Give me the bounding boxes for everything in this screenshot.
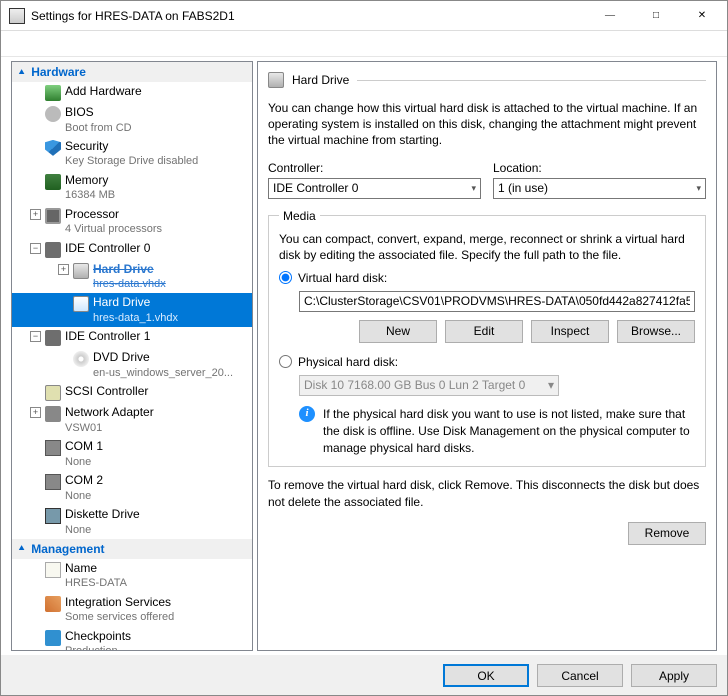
tree-com2[interactable]: COM 2None [12, 471, 252, 505]
settings-panel: Hard Drive You can change how this virtu… [257, 61, 717, 651]
tree-bios[interactable]: BIOSBoot from CD [12, 103, 252, 137]
minimize-button[interactable]: — [587, 2, 633, 30]
maximize-button[interactable]: □ [633, 2, 679, 30]
diskette-icon [45, 508, 61, 524]
controller-label: Controller: [268, 161, 481, 175]
edit-button[interactable]: Edit [445, 320, 523, 343]
controller-icon [45, 242, 61, 258]
toolbar [1, 31, 727, 57]
collapse-icon: ⯅ [18, 67, 25, 78]
com-port-icon [45, 440, 61, 456]
tree-processor[interactable]: + Processor4 Virtual processors [12, 205, 252, 239]
tree-dvd-drive[interactable]: DVD Driveen-us_windows_server_20... [12, 348, 252, 382]
new-button[interactable]: New [359, 320, 437, 343]
hard-drive-icon [73, 263, 89, 279]
collapse-icon: ⯅ [18, 543, 25, 554]
inspect-button[interactable]: Inspect [531, 320, 609, 343]
controller-dropdown[interactable]: IDE Controller 0 ▾ [268, 178, 481, 199]
management-section-header[interactable]: ⯅ Management [12, 539, 252, 559]
vhd-radio-label[interactable]: Virtual hard disk: [298, 271, 387, 285]
expand-icon[interactable]: + [30, 407, 41, 418]
dialog-footer: OK Cancel Apply [1, 655, 727, 695]
panel-header: Hard Drive [268, 72, 706, 88]
panel-title: Hard Drive [292, 73, 349, 87]
hard-drive-icon [73, 296, 89, 312]
hardware-icon [45, 85, 61, 101]
tree-memory[interactable]: Memory16384 MB [12, 171, 252, 205]
info-icon: i [299, 406, 315, 422]
hardware-section-header[interactable]: ⯅ Hardware [12, 62, 252, 82]
phd-info-text: If the physical hard disk you want to us… [323, 406, 695, 456]
body-split: ⯅ Hardware Add Hardware BIOSBoot from CD… [1, 57, 727, 655]
tree-diskette-drive[interactable]: Diskette DriveNone [12, 505, 252, 539]
ok-button[interactable]: OK [443, 664, 529, 687]
media-text: You can compact, convert, expand, merge,… [279, 231, 695, 263]
name-tag-icon [45, 562, 61, 578]
apply-button[interactable]: Apply [631, 664, 717, 687]
chevron-down-icon: ▾ [471, 183, 476, 194]
remove-button[interactable]: Remove [628, 522, 706, 545]
tree-security[interactable]: SecurityKey Storage Drive disabled [12, 137, 252, 171]
toolbar-btn-2[interactable] [35, 33, 55, 53]
tree-ide-controller-1[interactable]: − IDE Controller 1 [12, 327, 252, 348]
close-button[interactable]: ✕ [679, 2, 725, 30]
com-port-icon [45, 474, 61, 490]
vhd-path-input[interactable] [299, 291, 695, 312]
cancel-button[interactable]: Cancel [537, 664, 623, 687]
checkpoints-icon [45, 630, 61, 646]
tree-add-hardware[interactable]: Add Hardware [12, 82, 252, 103]
titlebar: Settings for HRES-DATA on FABS2D1 — □ ✕ [1, 1, 727, 31]
toolbar-btn-1[interactable] [11, 33, 31, 53]
tree-checkpoints[interactable]: CheckpointsProduction [12, 627, 252, 651]
vhd-radio[interactable] [279, 271, 292, 284]
processor-icon [45, 208, 61, 224]
hardware-tree[interactable]: ⯅ Hardware Add Hardware BIOSBoot from CD… [11, 61, 253, 651]
tree-network-adapter[interactable]: + Network AdapterVSW01 [12, 403, 252, 437]
phd-radio-label[interactable]: Physical hard disk: [298, 355, 398, 369]
tree-scsi-controller[interactable]: SCSI Controller [12, 382, 252, 403]
phd-radio[interactable] [279, 355, 292, 368]
expand-icon[interactable]: + [30, 209, 41, 220]
chevron-down-icon: ▾ [696, 183, 701, 194]
location-dropdown[interactable]: 1 (in use) ▾ [493, 178, 706, 199]
network-icon [45, 406, 61, 422]
tree-integration-services[interactable]: Integration ServicesSome services offere… [12, 593, 252, 627]
integration-icon [45, 596, 61, 612]
browse-button[interactable]: Browse... [617, 320, 695, 343]
tree-name[interactable]: NameHRES-DATA [12, 559, 252, 593]
settings-window: Settings for HRES-DATA on FABS2D1 — □ ✕ … [0, 0, 728, 696]
media-fieldset: Media You can compact, convert, expand, … [268, 209, 706, 468]
dvd-icon [73, 351, 89, 367]
gear-icon [45, 106, 61, 122]
tree-ide-controller-0[interactable]: − IDE Controller 0 [12, 239, 252, 260]
controller-icon [45, 330, 61, 346]
collapse-icon[interactable]: − [30, 331, 41, 342]
tree-com1[interactable]: COM 1None [12, 437, 252, 471]
app-icon [9, 8, 25, 24]
divider [357, 80, 706, 81]
scsi-icon [45, 385, 61, 401]
panel-intro: You can change how this virtual hard dis… [268, 100, 706, 149]
phd-dropdown-disabled: Disk 10 7168.00 GB Bus 0 Lun 2 Target 0 … [299, 375, 559, 396]
window-title: Settings for HRES-DATA on FABS2D1 [31, 9, 587, 23]
hard-drive-icon [268, 72, 284, 88]
tree-hard-drive-removed[interactable]: + Hard Drivehres-data.vhdx [12, 260, 252, 294]
remove-text: To remove the virtual hard disk, click R… [268, 477, 706, 509]
location-label: Location: [493, 161, 706, 175]
collapse-icon[interactable]: − [30, 243, 41, 254]
expand-icon[interactable]: + [58, 264, 69, 275]
media-legend: Media [279, 209, 320, 223]
chevron-down-icon: ▾ [548, 378, 554, 392]
shield-icon [45, 140, 61, 156]
tree-hard-drive-selected[interactable]: Hard Drivehres-data_1.vhdx [12, 293, 252, 327]
memory-icon [45, 174, 61, 190]
